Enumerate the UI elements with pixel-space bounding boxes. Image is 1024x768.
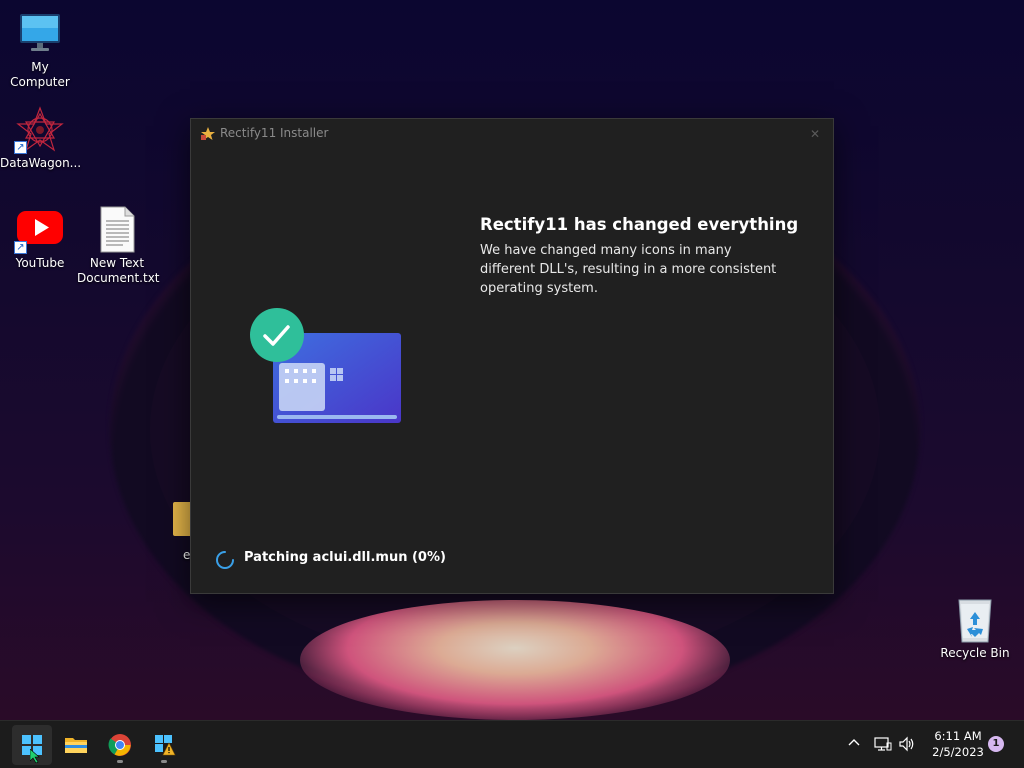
installer-icon [155, 735, 176, 756]
volume-icon [899, 736, 914, 752]
clock-time: 6:11 AM [934, 729, 982, 743]
text-document-icon [93, 206, 141, 254]
desktop-icon-label: New Text Document.txt [77, 256, 160, 285]
window-title: Rectify11 Installer [220, 126, 329, 140]
desktop-icon-label: DataWagon... [0, 156, 82, 170]
running-indicator [161, 760, 167, 763]
shortcut-arrow-icon: ↗ [14, 241, 27, 254]
mouse-cursor-busy-icon [30, 749, 40, 763]
network-button[interactable] [874, 735, 892, 755]
desktop-icon-recycle-bin[interactable]: Recycle Bin [935, 596, 1015, 661]
desktop-icon-new-text-document[interactable]: New Text Document.txt [77, 206, 160, 286]
installer-app-icon [200, 126, 216, 142]
datawagon-logo-icon: ↗ [14, 106, 64, 154]
loading-spinner-icon [215, 550, 235, 570]
folder-icon [65, 738, 87, 753]
start-button[interactable] [12, 725, 52, 765]
volume-button[interactable] [898, 735, 916, 755]
desktop-icon-my-computer[interactable]: My Computer [0, 10, 80, 90]
youtube-icon: ↗ [14, 206, 64, 254]
chrome-icon [108, 734, 131, 756]
taskbar-chrome[interactable] [100, 725, 140, 765]
running-indicator [117, 760, 123, 763]
monitor-icon [16, 10, 64, 58]
clock-date: 2/5/2023 [932, 745, 984, 759]
chevron-up-icon [848, 739, 860, 746]
desktop-icon-label: Recycle Bin [940, 646, 1010, 660]
close-icon: ✕ [809, 127, 821, 141]
recycle-bin-icon [951, 596, 999, 644]
installer-window: Rectify11 Installer ✕ Rectify11 has chan… [190, 118, 834, 594]
desktop-icon-label: My Computer [10, 60, 70, 89]
close-button[interactable]: ✕ [805, 124, 825, 144]
wallpaper-glow-bottom [300, 600, 730, 720]
title-bar[interactable]: Rectify11 Installer ✕ [191, 119, 833, 149]
installer-heading: Rectify11 has changed everything [480, 215, 799, 234]
network-icon [874, 737, 892, 751]
desktop-icon-label: YouTube [15, 256, 65, 270]
installer-description: We have changed many icons in many diffe… [480, 243, 777, 296]
installer-illustration [249, 307, 409, 427]
status-text: Patching aclui.dll.mun (0%) [244, 550, 446, 565]
taskbar: 6:11 AM 2/5/2023 [0, 720, 1024, 768]
clock[interactable]: 6:11 AM 2/5/2023 [924, 728, 992, 760]
desktop-icon-datawagon[interactable]: ↗ DataWagon... [0, 106, 82, 171]
shortcut-arrow-icon: ↗ [14, 141, 27, 154]
tray-overflow-button[interactable] [846, 735, 862, 755]
desktop-icon-youtube[interactable]: ↗ YouTube [0, 206, 80, 271]
taskbar-file-explorer[interactable] [56, 725, 96, 765]
taskbar-rectify11-installer[interactable] [144, 725, 184, 765]
notification-badge[interactable]: 1 [988, 736, 1004, 752]
desktop-icon-partial-folder[interactable] [173, 502, 190, 536]
